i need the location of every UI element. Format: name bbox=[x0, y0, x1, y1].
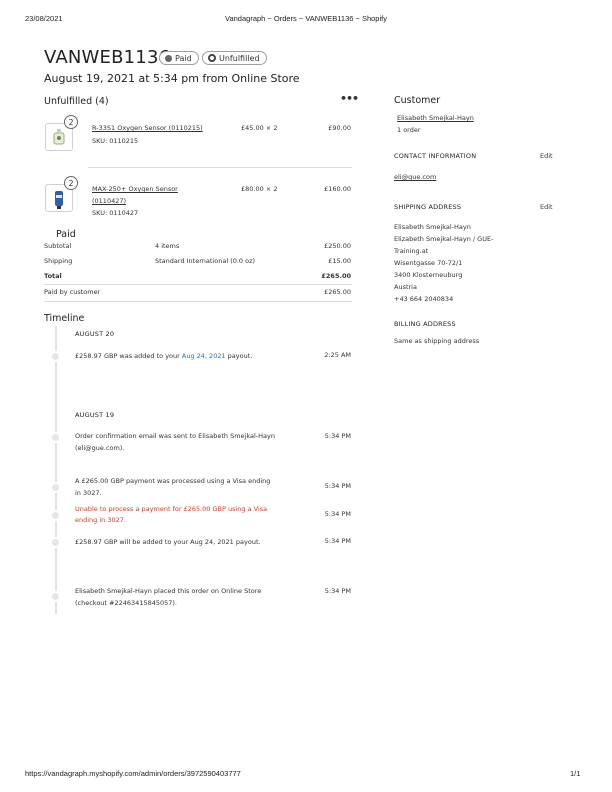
customer-heading: Customer bbox=[394, 95, 441, 106]
timeline-error-text-cont: ending in 3027. bbox=[75, 516, 126, 524]
paid-by-customer-label: Paid by customer bbox=[44, 288, 101, 296]
payment-status-badge: Paid bbox=[159, 51, 199, 65]
timeline-date-group: AUGUST 19 bbox=[75, 411, 115, 419]
timeline-event-text: Order confirmation email was sent to Eli… bbox=[75, 432, 275, 440]
item-sku: SKU: 0110427 bbox=[92, 209, 139, 217]
timeline-event-time: 5:34 PM bbox=[324, 537, 351, 545]
timeline-event-text-cont: (checkout #22463415845057). bbox=[75, 599, 177, 607]
item-line-total: £160.00 bbox=[324, 185, 351, 193]
shipping-edit-button[interactable]: Edit bbox=[540, 203, 553, 211]
total-label: Total bbox=[44, 272, 62, 280]
order-subtitle: August 19, 2021 at 5:34 pm from Online S… bbox=[44, 72, 300, 85]
item-line-total: £90.00 bbox=[328, 124, 351, 132]
item-quantity-badge: 2 bbox=[64, 176, 78, 190]
paid-heading: Paid bbox=[56, 229, 76, 240]
contact-info-heading: CONTACT INFORMATION bbox=[394, 152, 477, 160]
billing-address-heading: BILLING ADDRESS bbox=[394, 320, 456, 328]
total-amount: £265.00 bbox=[321, 272, 351, 280]
timeline-date-group: AUGUST 20 bbox=[75, 330, 115, 338]
address-line: 3400 Klosterneuburg bbox=[394, 271, 463, 279]
shipping-address-heading: SHIPPING ADDRESS bbox=[394, 203, 462, 211]
item-name-link[interactable]: MAX-250+ Oxygen Sensor bbox=[92, 185, 178, 193]
payment-divider-bottom bbox=[44, 301, 352, 302]
payment-divider bbox=[44, 284, 352, 285]
unfulfilled-ring-icon bbox=[208, 54, 216, 62]
contact-edit-button[interactable]: Edit bbox=[540, 152, 553, 160]
timeline-event-time: 5:34 PM bbox=[324, 510, 351, 518]
item-name-link[interactable]: R-33S1 Oxygen Sensor (0110215) bbox=[92, 124, 203, 132]
shipping-amount: £15.00 bbox=[328, 257, 351, 265]
item-divider bbox=[88, 167, 352, 168]
timeline-event-dot bbox=[50, 510, 61, 521]
item-sku: SKU: 0110215 bbox=[92, 137, 139, 145]
item-name-link-cont[interactable]: (0110427) bbox=[92, 197, 126, 205]
timeline-event-dot bbox=[50, 537, 61, 548]
timeline-event-dot bbox=[50, 432, 61, 443]
paid-by-customer-amount: £265.00 bbox=[324, 288, 351, 296]
address-line: Elisabeth Smejkal-Hayn bbox=[394, 223, 471, 231]
timeline-error-text: Unable to process a payment for £265.00 … bbox=[75, 505, 268, 513]
customer-name-link[interactable]: Elisabeth Smejkal-Hayn bbox=[397, 114, 474, 122]
item-unit-price: £80.00 × 2 bbox=[241, 185, 278, 193]
unfulfilled-heading: Unfulfilled (4) bbox=[44, 96, 109, 107]
timeline-event-time: 5:34 PM bbox=[324, 482, 351, 490]
address-line: Elizabeth Smejkal-Hayn / GUE- bbox=[394, 235, 494, 243]
timeline-line bbox=[55, 326, 57, 614]
subtotal-detail: 4 items bbox=[155, 242, 180, 250]
timeline-event-time: 5:34 PM bbox=[324, 432, 351, 440]
address-phone: +43 664 2040834 bbox=[394, 295, 454, 303]
customer-order-count: 1 order bbox=[397, 126, 421, 134]
address-line: Training.at bbox=[394, 247, 429, 255]
timeline-event-text: A £265.00 GBP payment was processed usin… bbox=[75, 477, 271, 485]
print-page-number: 1/1 bbox=[570, 769, 581, 778]
payout-date-link[interactable]: Aug 24, 2021 bbox=[182, 352, 226, 360]
address-line: Austria bbox=[394, 283, 417, 291]
subtotal-label: Subtotal bbox=[44, 242, 72, 250]
timeline-heading: Timeline bbox=[44, 313, 85, 324]
fulfillment-status-label: Unfulfilled bbox=[219, 54, 260, 63]
timeline-event-text: £258.97 GBP will be added to your Aug 24… bbox=[75, 538, 261, 546]
item-quantity-badge: 2 bbox=[64, 115, 78, 129]
paid-dot-icon bbox=[165, 55, 172, 62]
timeline-event-dot bbox=[50, 482, 61, 493]
order-number: VANWEB1136 bbox=[44, 47, 171, 68]
subtotal-amount: £250.00 bbox=[324, 242, 351, 250]
timeline-event-time: 2:25 AM bbox=[324, 351, 351, 359]
timeline-event-text-cont: (eli@gue.com). bbox=[75, 444, 125, 452]
more-actions-icon[interactable]: ••• bbox=[340, 92, 359, 105]
item-unit-price: £45.00 × 2 bbox=[241, 124, 278, 132]
fulfillment-status-badge: Unfulfilled bbox=[202, 51, 267, 65]
timeline-event-dot bbox=[50, 591, 61, 602]
customer-email-link[interactable]: eli@gue.com bbox=[394, 173, 436, 181]
timeline-event-text-cont: in 3027. bbox=[75, 489, 102, 497]
payment-status-label: Paid bbox=[175, 54, 192, 63]
timeline-event-time: 5:34 PM bbox=[324, 587, 351, 595]
shipping-label: Shipping bbox=[44, 257, 73, 265]
address-line: Wisentgasse 70-72/1 bbox=[394, 259, 463, 267]
timeline-event-dot bbox=[50, 351, 61, 362]
billing-address-text: Same as shipping address bbox=[394, 337, 480, 345]
shipping-detail: Standard International (0.0 oz) bbox=[155, 257, 256, 265]
timeline-event-text: Elisabeth Smejkal-Hayn placed this order… bbox=[75, 587, 262, 595]
print-url: https://vandagraph.myshopify.com/admin/o… bbox=[25, 769, 241, 778]
timeline-event-text: £258.97 GBP was added to your Aug 24, 20… bbox=[75, 352, 253, 360]
print-page-title: Vandagraph ~ Orders ~ VANWEB1136 ~ Shopi… bbox=[225, 14, 387, 23]
